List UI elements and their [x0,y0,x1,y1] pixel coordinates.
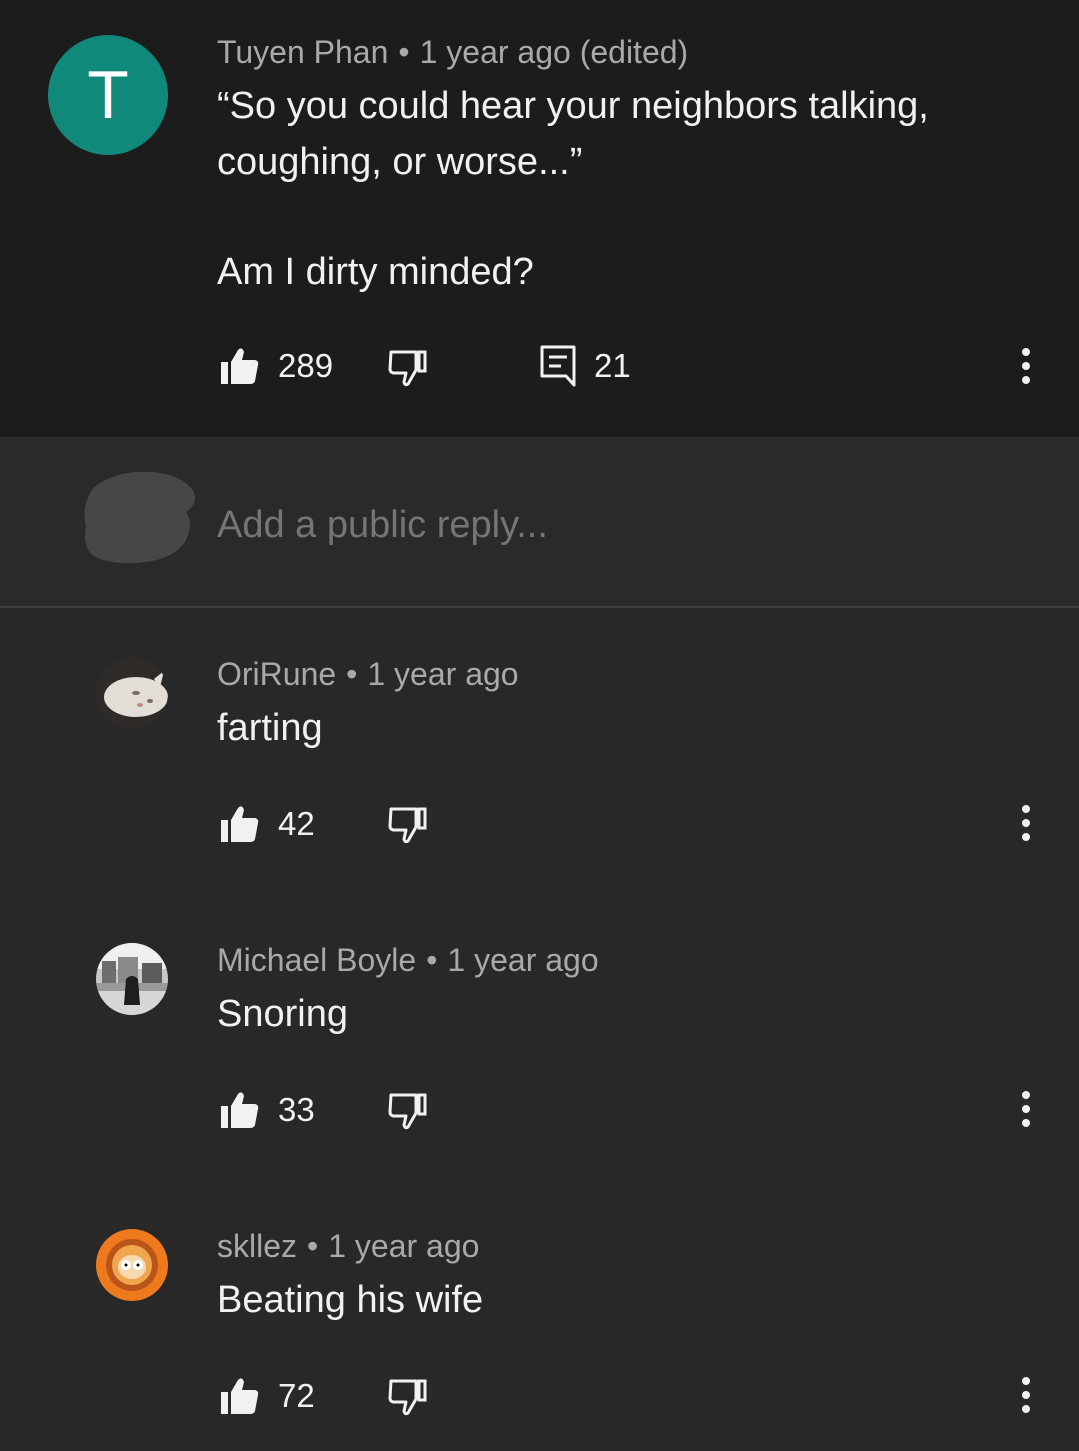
reply-author[interactable]: OriRune [217,656,336,692]
reply-time[interactable]: 1 year ago [328,1228,479,1264]
like-button[interactable]: 72 [220,1376,315,1416]
meta-separator: • [307,1228,319,1264]
user-avatar [82,470,198,566]
comment-time[interactable]: 1 year ago (edited) [420,34,689,70]
reply-author[interactable]: skllez [217,1228,297,1264]
dislike-button[interactable] [388,1377,428,1417]
reply-button[interactable]: 21 [540,345,631,387]
thumbs-up-icon [220,1090,260,1130]
more-options-button[interactable] [1014,1376,1038,1416]
thumbs-up-icon [220,804,260,844]
dislike-button[interactable] [388,805,428,845]
avatar[interactable] [96,1229,168,1301]
reply-count: 21 [594,347,631,384]
comment-text-line-1: “So you could hear your neighbors talkin… [217,85,929,127]
meta-separator: • [398,34,410,70]
thumbs-down-icon [388,1377,428,1417]
avatar-letter: T [87,57,129,133]
reply-meta: skllez • 1 year ago [217,1228,479,1265]
dislike-button[interactable] [388,1091,428,1131]
comment-text-line-3: Am I dirty minded? [217,251,534,293]
more-options-button[interactable] [1014,347,1038,387]
reply-author[interactable]: Michael Boyle [217,942,416,978]
avatar[interactable]: T [48,35,168,155]
comment-text-line-2: coughing, or worse...” [217,141,583,183]
meta-separator: • [346,656,358,692]
more-vertical-icon [1022,348,1030,384]
thumbs-down-icon [388,1091,428,1131]
reply-text: farting [217,707,323,749]
reply-time[interactable]: 1 year ago [447,942,598,978]
like-button[interactable]: 42 [220,804,315,844]
thumbs-down-icon [388,348,428,388]
comment-meta: Tuyen Phan • 1 year ago (edited) [217,34,688,71]
meta-separator: • [426,942,438,978]
reply-meta: OriRune • 1 year ago [217,656,519,693]
dislike-button[interactable] [388,348,428,388]
reply-text: Snoring [217,993,348,1035]
avatar[interactable] [96,657,168,729]
main-comment: T Tuyen Phan • 1 year ago (edited) “So you… [0,0,1079,437]
comment-author[interactable]: Tuyen Phan [217,34,388,70]
like-button[interactable]: 33 [220,1090,315,1130]
more-options-button[interactable] [1014,804,1038,844]
like-count: 42 [278,805,315,842]
reply-meta: Michael Boyle • 1 year ago [217,942,599,979]
avatar[interactable] [96,943,168,1015]
like-count: 289 [278,347,334,384]
divider [0,606,1079,608]
reply-text: Beating his wife [217,1279,484,1321]
like-count: 72 [278,1377,315,1414]
more-vertical-icon [1022,1377,1030,1413]
thumbs-up-icon [220,1376,260,1416]
more-vertical-icon [1022,805,1030,841]
comment-icon [540,345,576,387]
more-vertical-icon [1022,1091,1030,1127]
like-button[interactable]: 289 [220,346,333,386]
like-count: 33 [278,1091,315,1128]
reply-input[interactable] [217,497,1017,553]
thumbs-down-icon [388,805,428,845]
thumbs-up-icon [220,346,260,386]
reply-time[interactable]: 1 year ago [367,656,518,692]
more-options-button[interactable] [1014,1090,1038,1130]
